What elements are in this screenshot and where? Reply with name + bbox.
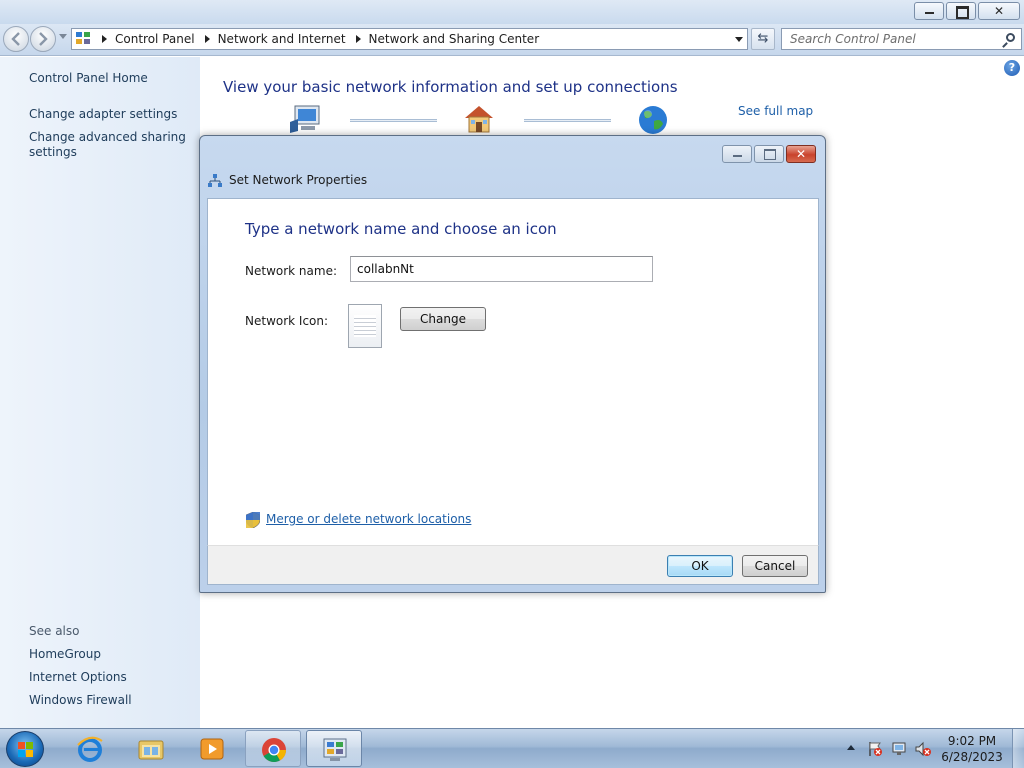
computer-icon — [290, 105, 320, 133]
help-icon[interactable]: ? — [1004, 60, 1020, 76]
set-network-properties-dialog: ✕ Set Network Properties Type a network … — [199, 135, 826, 593]
clock-time: 9:02 PM — [947, 734, 997, 748]
network-icon — [208, 174, 222, 187]
globe-icon — [639, 106, 667, 134]
change-advanced-sharing-link-cont[interactable]: settings — [29, 145, 77, 160]
refresh-button[interactable]: ⇆ — [751, 28, 775, 50]
internet-explorer-icon — [77, 736, 103, 762]
show-desktop-button[interactable] — [1012, 729, 1024, 768]
page-title: View your basic network information and … — [223, 78, 678, 96]
dialog-window-controls: ✕ — [722, 145, 816, 163]
navigation-bar: Control Panel Network and Internet Netwo… — [0, 24, 1024, 56]
change-icon-button[interactable]: Change — [400, 307, 486, 331]
recent-pages-dropdown[interactable] — [59, 34, 67, 39]
address-bar[interactable]: Control Panel Network and Internet Netwo… — [71, 28, 748, 50]
taskbar-media-player[interactable] — [184, 730, 240, 767]
action-center-flag-icon[interactable] — [867, 741, 883, 757]
change-adapter-settings-link[interactable]: Change adapter settings — [29, 107, 177, 122]
taskbar: 9:02 PM 6/28/2023 — [0, 728, 1024, 768]
network-status-icon[interactable] — [891, 741, 907, 757]
start-button[interactable] — [6, 731, 44, 767]
folder-icon — [138, 740, 164, 760]
homegroup-link[interactable]: HomeGroup — [29, 647, 101, 662]
connection-line — [524, 119, 611, 122]
refresh-icon: ⇆ — [757, 31, 769, 46]
network-name-input[interactable] — [350, 256, 653, 282]
back-button[interactable] — [3, 26, 29, 52]
house-icon — [465, 106, 493, 133]
breadcrumb-network-sharing-center[interactable]: Network and Sharing Center — [369, 32, 540, 46]
clock-date: 6/28/2023 — [941, 750, 1003, 764]
network-name-label: Network name: — [245, 264, 337, 278]
breadcrumb-network-and-internet[interactable]: Network and Internet — [218, 32, 346, 46]
system-clock[interactable]: 9:02 PM 6/28/2023 — [932, 733, 1012, 765]
dialog-heading: Type a network name and choose an icon — [245, 220, 557, 238]
connection-line — [350, 119, 437, 122]
network-icon-label: Network Icon: — [245, 314, 329, 328]
left-task-pane: Control Panel Home Change adapter settin… — [0, 57, 200, 728]
see-full-map-link[interactable]: See full map — [738, 104, 813, 118]
uac-shield-icon — [246, 512, 260, 528]
forward-button[interactable] — [30, 26, 56, 52]
address-dropdown-icon[interactable] — [735, 37, 743, 42]
window-controls: ✕ — [914, 2, 1020, 20]
close-icon: ✕ — [795, 147, 807, 161]
arrow-right-icon — [39, 32, 48, 46]
dialog-close-button[interactable]: ✕ — [786, 145, 816, 163]
arrow-left-icon — [11, 32, 20, 46]
change-advanced-sharing-link[interactable]: Change advanced sharing — [29, 130, 186, 145]
dialog-title: Set Network Properties — [229, 173, 368, 187]
internet-options-link[interactable]: Internet Options — [29, 670, 127, 685]
breadcrumb-separator[interactable] — [102, 35, 107, 43]
windows-firewall-link[interactable]: Windows Firewall — [29, 693, 132, 708]
control-panel-icon — [323, 738, 347, 761]
merge-network-locations-link[interactable]: Merge or delete network locations — [266, 512, 471, 526]
taskbar-internet-explorer[interactable] — [62, 730, 118, 767]
close-icon: ✕ — [993, 4, 1005, 18]
breadcrumb-separator[interactable] — [355, 35, 361, 43]
cancel-button[interactable]: Cancel — [742, 555, 808, 577]
volume-muted-icon[interactable] — [915, 741, 931, 757]
window-titlebar: ✕ — [0, 0, 1024, 24]
dialog-minimize-button[interactable] — [722, 145, 752, 163]
minimize-button[interactable] — [914, 2, 944, 20]
system-tray: 9:02 PM 6/28/2023 — [840, 729, 1024, 768]
ok-button[interactable]: OK — [667, 555, 733, 577]
media-player-icon — [200, 738, 224, 760]
close-button[interactable]: ✕ — [978, 2, 1020, 20]
chrome-icon — [262, 738, 286, 763]
taskbar-windows-explorer[interactable] — [123, 730, 179, 767]
see-also-heading: See also — [29, 624, 80, 638]
breadcrumb-separator[interactable] — [204, 35, 210, 43]
taskbar-google-chrome[interactable] — [245, 730, 301, 767]
search-input[interactable] — [782, 29, 992, 49]
taskbar-control-panel[interactable] — [306, 730, 362, 767]
show-hidden-icons-button[interactable] — [847, 745, 855, 750]
restore-button[interactable] — [946, 2, 976, 20]
dialog-body: Type a network name and choose an icon N… — [207, 198, 819, 545]
control-panel-icon — [76, 32, 92, 46]
dialog-footer: OK Cancel — [207, 545, 819, 585]
breadcrumb-control-panel[interactable]: Control Panel — [115, 32, 195, 46]
dialog-maximize-button[interactable] — [754, 145, 784, 163]
control-panel-home-link[interactable]: Control Panel Home — [29, 71, 148, 86]
search-box — [781, 28, 1022, 50]
windows-logo-icon — [18, 742, 34, 758]
document-icon — [348, 304, 382, 348]
search-icon[interactable] — [1006, 33, 1015, 42]
